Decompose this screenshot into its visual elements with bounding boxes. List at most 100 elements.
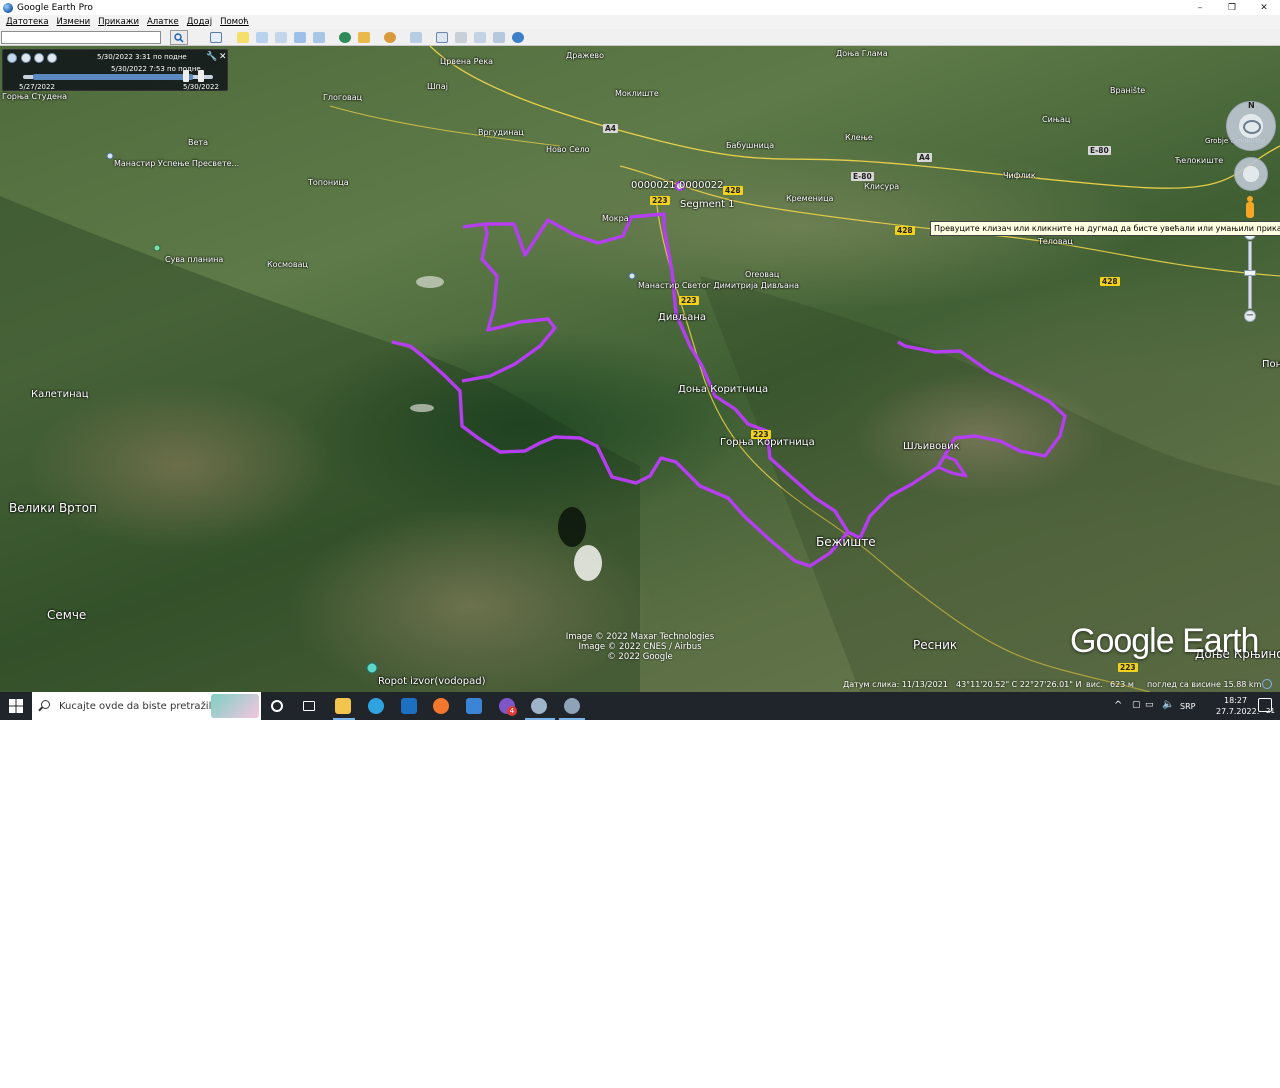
menu-view[interactable]: Прикажи <box>98 17 139 27</box>
place-label[interactable]: Оreовац <box>745 270 779 279</box>
place-label[interactable]: Сињац <box>1042 115 1070 124</box>
wrench-icon[interactable]: 🔧 <box>206 52 217 62</box>
place-label[interactable]: Космовац <box>267 260 308 269</box>
add-polygon-icon[interactable] <box>254 30 270 45</box>
historical-imagery-icon[interactable] <box>337 30 353 45</box>
place-label[interactable]: Горња Студена <box>2 92 67 101</box>
zoom-slider[interactable]: + − <box>1243 228 1257 324</box>
waypoint-label[interactable]: 0000022 <box>679 180 724 191</box>
place-label[interactable]: Манастир Светог Димитрија Дивљана <box>638 281 799 290</box>
place-label[interactable]: Клење <box>845 133 873 142</box>
task-view-icon[interactable] <box>299 696 319 716</box>
map-view[interactable]: Горња Студена Глоговац Црвена Река Шпај … <box>0 46 1280 692</box>
chevron-up-icon[interactable]: ^ <box>1114 700 1122 711</box>
place-label[interactable]: Моклиште <box>615 89 659 98</box>
place-label[interactable]: Црвена Река <box>440 57 493 66</box>
place-label[interactable]: Дивљана <box>658 312 706 323</box>
planets-icon[interactable] <box>382 30 398 45</box>
place-label[interactable]: Доња Глама <box>836 49 888 58</box>
outlook-icon[interactable] <box>399 696 419 716</box>
move-control[interactable] <box>1234 157 1268 191</box>
edge-icon[interactable] <box>366 696 386 716</box>
menu-file[interactable]: Датотека <box>6 17 49 27</box>
place-label[interactable]: Теловац <box>1038 237 1073 246</box>
record-tour-icon[interactable] <box>311 30 327 45</box>
place-label[interactable]: Калетинац <box>31 389 89 400</box>
menu-edit[interactable]: Измени <box>57 17 91 27</box>
place-label[interactable]: Ресник <box>913 638 957 652</box>
photo-app-icon[interactable] <box>562 696 582 716</box>
network-icon[interactable]: ▭ <box>1145 700 1154 710</box>
google-earth-taskbar-icon[interactable] <box>529 696 549 716</box>
place-label[interactable]: Ћелокиште <box>1175 156 1223 165</box>
zoom-knob[interactable] <box>1244 270 1256 276</box>
time-range[interactable] <box>33 74 193 80</box>
place-label[interactable]: Шљивовик <box>903 441 960 452</box>
place-label[interactable]: Пон <box>1262 359 1280 370</box>
place-label[interactable]: Вета <box>188 138 208 147</box>
cloud <box>416 276 444 288</box>
place-label[interactable]: Глоговац <box>323 93 362 102</box>
clock-time[interactable]: 18:27 <box>1224 696 1247 705</box>
place-label[interactable]: Велики Вртоп <box>9 501 97 515</box>
menu-tools[interactable]: Алатке <box>147 17 179 27</box>
start-button[interactable] <box>0 692 32 720</box>
place-label[interactable]: Сува планина <box>165 255 223 264</box>
device-icon[interactable]: ▢ <box>1132 700 1141 710</box>
file-explorer-icon[interactable] <box>333 696 353 716</box>
menu-add[interactable]: Додај <box>187 17 212 27</box>
google-maps-icon[interactable] <box>491 30 507 45</box>
search-button[interactable] <box>170 30 188 45</box>
place-label[interactable]: Вранište <box>1110 86 1145 95</box>
firefox-icon[interactable] <box>431 696 451 716</box>
save-image-icon[interactable] <box>472 30 488 45</box>
add-placemark-icon[interactable] <box>235 30 251 45</box>
place-label[interactable]: Бежиште <box>816 535 876 549</box>
look-control[interactable]: N <box>1226 101 1276 151</box>
close-icon[interactable]: ✕ <box>219 52 227 62</box>
clock-icon[interactable] <box>7 53 17 63</box>
taskbar-search[interactable]: Kucajte ovde da biste pretražili <box>32 692 261 720</box>
close-button[interactable]: ✕ <box>1248 0 1280 15</box>
place-label[interactable]: Дражево <box>566 51 604 60</box>
language-indicator[interactable]: SRP <box>1180 702 1195 711</box>
search-input[interactable] <box>1 31 161 44</box>
time-handle-end[interactable] <box>198 70 204 82</box>
maximize-button[interactable]: ❐ <box>1216 0 1248 15</box>
place-label[interactable]: Вргудинац <box>478 128 524 137</box>
waypoint-label[interactable]: 0000021 <box>631 180 676 191</box>
place-label[interactable]: Чифлик <box>1003 171 1036 180</box>
volume-icon[interactable]: 🔈 <box>1162 699 1174 710</box>
place-label[interactable]: Бабушница <box>726 141 774 150</box>
clock-date[interactable]: 27.7.2022. <box>1216 707 1259 716</box>
north-indicator[interactable]: N <box>1248 101 1255 110</box>
place-label[interactable]: Клисура <box>864 182 899 191</box>
earth-icon[interactable] <box>510 30 526 45</box>
minimize-button[interactable]: – <box>1184 0 1216 15</box>
place-label[interactable]: Ново Село <box>546 145 590 154</box>
add-path-icon[interactable] <box>273 30 289 45</box>
sunlight-icon[interactable] <box>356 30 372 45</box>
cortana-icon[interactable] <box>267 696 287 716</box>
zoom-out-time-icon[interactable] <box>21 53 31 63</box>
menu-help[interactable]: Помоћ <box>220 17 249 27</box>
place-label[interactable]: Семче <box>47 608 86 622</box>
place-label[interactable]: Мокра <box>602 214 629 223</box>
print-icon[interactable] <box>453 30 469 45</box>
email-icon[interactable] <box>434 30 450 45</box>
place-label[interactable]: Топоница <box>308 178 349 187</box>
ruler-icon[interactable] <box>408 30 424 45</box>
add-overlay-icon[interactable] <box>292 30 308 45</box>
sidebar-toggle-icon[interactable] <box>208 30 224 45</box>
zoom-in-time-icon[interactable] <box>34 53 44 63</box>
place-label[interactable]: Доња Коритница <box>678 384 768 395</box>
time-handle-start[interactable] <box>183 70 189 82</box>
app-window-icon[interactable] <box>464 696 484 716</box>
place-label[interactable]: Кременица <box>786 194 833 203</box>
track-label[interactable]: Segment 1 <box>680 199 735 210</box>
play-time-icon[interactable] <box>47 53 57 63</box>
street-view-pegman-icon[interactable] <box>1245 196 1255 220</box>
zoom-out-button[interactable]: − <box>1244 310 1256 322</box>
place-label[interactable]: Манастир Успење Пресвете... <box>114 159 239 168</box>
place-label[interactable]: Шпај <box>427 82 448 91</box>
